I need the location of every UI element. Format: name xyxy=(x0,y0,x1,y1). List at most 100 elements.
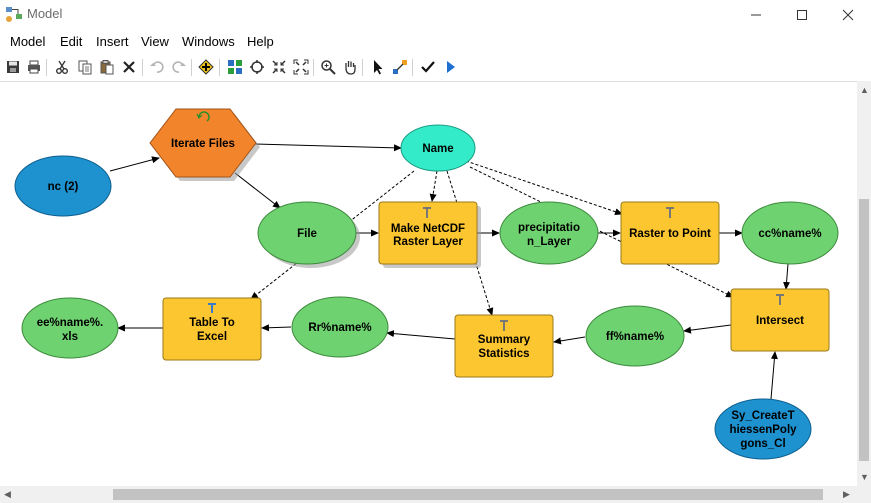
menu-model[interactable]: Model xyxy=(10,34,45,49)
redo-button[interactable] xyxy=(169,57,189,77)
horizontal-scrollbar[interactable]: ◀ ▶ xyxy=(0,486,857,503)
node-sy-thiessen[interactable]: Sy_CreateT hiessenPoly gons_Cl xyxy=(714,398,812,460)
undo-button[interactable] xyxy=(147,57,167,77)
validate-button[interactable] xyxy=(418,57,438,77)
minimize-button[interactable] xyxy=(733,0,779,29)
menu-edit[interactable]: Edit xyxy=(60,34,82,49)
connector-lines xyxy=(109,143,791,400)
node-ff-name-label: ff%name% xyxy=(606,331,664,343)
maximize-button[interactable] xyxy=(779,0,825,29)
node-iterate-files-label: Iterate Files xyxy=(171,138,235,150)
toolbar-separator xyxy=(191,59,192,76)
connector xyxy=(783,263,791,290)
node-ee-name-label-1: ee%name%. xyxy=(37,317,103,329)
precondition-connector xyxy=(429,170,438,202)
node-make-netcdf-label-2: Raster Layer xyxy=(393,236,463,248)
node-table-to-excel[interactable]: Table To Excel xyxy=(162,297,262,361)
zoom-in-button[interactable] xyxy=(318,57,338,77)
vertical-scrollbar[interactable]: ▲ ▼ xyxy=(857,81,871,486)
scroll-up-arrow-icon[interactable]: ▲ xyxy=(860,86,869,95)
save-icon xyxy=(7,61,19,73)
menu-windows[interactable]: Windows xyxy=(182,34,235,49)
vertical-scroll-thumb[interactable] xyxy=(859,199,869,461)
scroll-left-arrow-icon[interactable]: ◀ xyxy=(4,490,11,499)
toolbar-separator xyxy=(142,59,143,76)
fixed-zoom-in-icon xyxy=(272,60,286,74)
node-file[interactable]: File xyxy=(257,201,357,265)
fixed-zoom-out-button[interactable] xyxy=(291,57,311,77)
horizontal-scroll-thumb[interactable] xyxy=(113,489,823,500)
node-precipitation-layer[interactable]: precipitatio n_Layer xyxy=(499,201,599,265)
node-summary-statistics[interactable]: Summary Statistics xyxy=(454,314,554,378)
connect-icon xyxy=(393,60,407,74)
connector xyxy=(683,324,732,334)
menu-view[interactable]: View xyxy=(141,34,169,49)
scroll-down-arrow-icon[interactable]: ▼ xyxy=(860,473,869,482)
scroll-right-arrow-icon[interactable]: ▶ xyxy=(843,490,850,499)
connector xyxy=(261,324,292,332)
node-ff-name[interactable]: ff%name% xyxy=(585,305,685,367)
toolbar-separator xyxy=(46,59,47,76)
fixed-zoom-in-button[interactable] xyxy=(269,57,289,77)
connector xyxy=(386,330,456,340)
redo-icon xyxy=(172,61,186,73)
close-window-button[interactable] xyxy=(825,0,871,29)
node-nc2-label: nc (2) xyxy=(48,181,79,193)
connector xyxy=(770,351,778,400)
connector xyxy=(234,172,281,209)
select-button[interactable] xyxy=(368,57,388,77)
model-canvas[interactable]: nc (2) Iterate Files Name File Make NetC… xyxy=(0,81,857,487)
delete-icon xyxy=(123,61,135,73)
run-button[interactable] xyxy=(440,57,460,77)
cut-button[interactable] xyxy=(52,57,72,77)
delete-button[interactable] xyxy=(119,57,139,77)
connect-button[interactable] xyxy=(390,57,410,77)
node-rr-name[interactable]: Rr%name% xyxy=(291,296,389,358)
copy-button[interactable] xyxy=(75,57,95,77)
node-ee-name-xls[interactable]: ee%name%. xls xyxy=(21,297,119,359)
select-icon xyxy=(374,60,383,75)
node-raster-to-point[interactable]: Raster to Point xyxy=(620,201,720,265)
paste-icon xyxy=(100,60,114,75)
minimize-icon xyxy=(751,14,761,15)
menu-insert[interactable]: Insert xyxy=(96,34,129,49)
node-raster-to-point-label: Raster to Point xyxy=(629,228,711,240)
node-precip-label-2: n_Layer xyxy=(527,236,572,248)
node-cc-name[interactable]: cc%name% xyxy=(741,201,839,265)
menu-bar: Model Edit Insert View Windows Help xyxy=(0,31,871,52)
close-icon xyxy=(842,9,854,20)
node-precip-label-1: precipitatio xyxy=(518,222,580,234)
model-diagram: nc (2) Iterate Files Name File Make NetC… xyxy=(14,108,839,460)
node-table-to-excel-label-2: Excel xyxy=(197,331,227,343)
pan-icon xyxy=(345,61,356,75)
connector xyxy=(553,336,586,345)
toolbar-separator xyxy=(412,59,413,76)
run-icon xyxy=(447,61,455,73)
node-name[interactable]: Name xyxy=(400,124,476,172)
title-bar: Model xyxy=(0,0,871,29)
undo-icon xyxy=(150,61,164,73)
node-rr-name-label: Rr%name% xyxy=(308,322,371,334)
scrollbar-corner xyxy=(857,486,871,503)
modelbuilder-app-icon xyxy=(6,7,22,22)
print-button[interactable] xyxy=(24,57,44,77)
node-make-netcdf[interactable]: Make NetCDF Raster Layer xyxy=(378,201,478,265)
node-summary-label-2: Statistics xyxy=(478,348,529,360)
node-make-netcdf-label-1: Make NetCDF xyxy=(391,223,465,235)
auto-layout-button[interactable] xyxy=(225,57,245,77)
add-data-button[interactable] xyxy=(196,57,216,77)
pan-button[interactable] xyxy=(340,57,360,77)
node-ee-name-label-2: xls xyxy=(62,331,78,343)
connector xyxy=(109,156,160,172)
node-nc2[interactable]: nc (2) xyxy=(14,155,112,217)
node-summary-label-1: Summary xyxy=(478,334,531,346)
node-intersect[interactable]: Intersect xyxy=(730,288,830,352)
menu-help[interactable]: Help xyxy=(247,34,274,49)
full-extent-button[interactable] xyxy=(247,57,267,77)
save-button[interactable] xyxy=(3,57,23,77)
paste-button[interactable] xyxy=(97,57,117,77)
print-icon xyxy=(28,60,40,74)
window-title: Model xyxy=(27,6,63,21)
add-data-icon xyxy=(198,59,214,75)
auto-layout-icon xyxy=(228,60,242,74)
